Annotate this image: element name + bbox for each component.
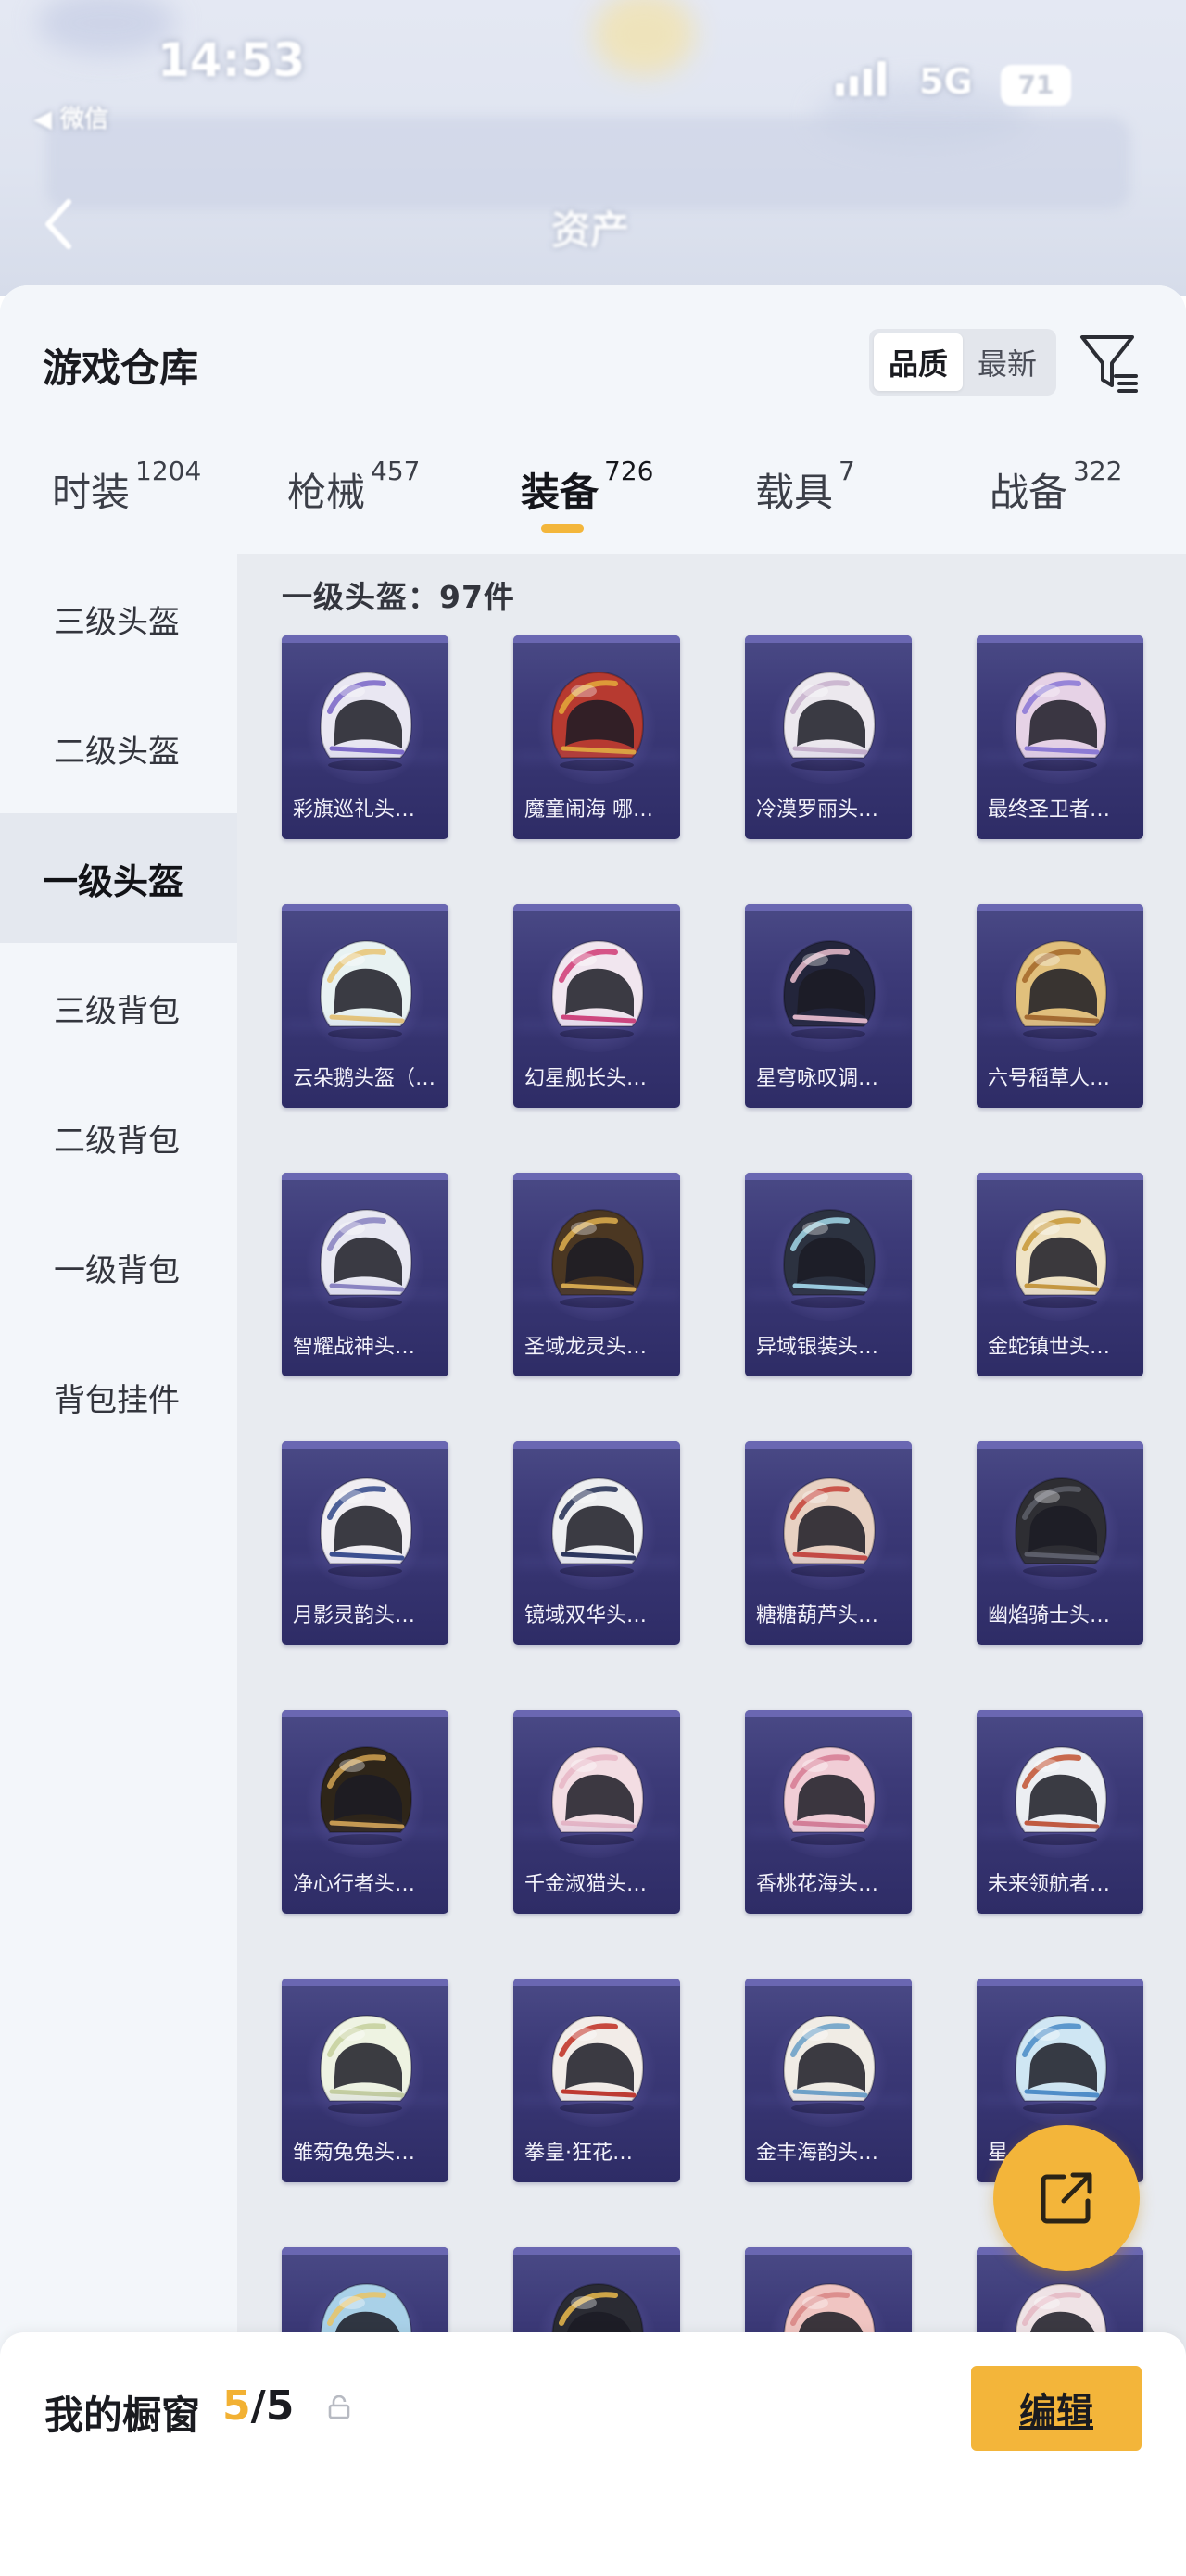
edit-showcase-button[interactable]: 编辑 — [971, 2366, 1142, 2451]
sort-quality-button[interactable]: 品质 — [874, 333, 963, 391]
item-name: 星穹咏叹调… — [756, 1067, 879, 1090]
tab-fashion[interactable]: 时装 1204 — [52, 456, 201, 545]
item-grid-panel: 一级头盔：97件 彩旗巡礼头… 魔童闹海 哪… 冷漠罗丽头… 最终圣卫者… 云朵鹅头盔（… — [237, 554, 1186, 2576]
active-tab-indicator — [541, 524, 584, 533]
tab-vehicles[interactable]: 载具 7 — [755, 456, 855, 545]
background-app-header: 14:53 ◀ 微信 5G 71 资产 — [0, 0, 1186, 296]
item-name: 幽焰骑士头… — [988, 1604, 1111, 1627]
item-name: 智耀战神头… — [293, 1336, 416, 1359]
item-name: 彩旗巡礼头… — [293, 798, 416, 822]
helmet-item-card[interactable]: 魔童闹海 哪… — [513, 635, 680, 839]
tab-count: 7 — [839, 456, 855, 486]
tab-count: 1204 — [135, 456, 202, 486]
showcase-current: 5 — [222, 2382, 251, 2430]
subcategory-sidebar: 三级头盔 二级头盔 一级头盔 三级背包 二级背包 一级背包 背包挂件 — [0, 554, 237, 2576]
helmet-item-card[interactable]: 星穹咏叹调… — [745, 904, 912, 1108]
helmet-item-card[interactable]: 彩旗巡礼头… — [282, 635, 448, 839]
helmet-item-card[interactable]: 异域银装头… — [745, 1173, 912, 1376]
helmet-item-card[interactable]: 幽焰骑士头… — [977, 1441, 1143, 1645]
helmet-item-card[interactable]: 冷漠罗丽头… — [745, 635, 912, 839]
helmet-item-card[interactable]: 月影灵韵头… — [282, 1441, 448, 1645]
network-type: 5G — [919, 61, 973, 102]
sidebar-item-level3-backpack[interactable]: 三级背包 — [0, 943, 237, 1073]
showcase-count: 5/5 — [222, 2382, 294, 2430]
helmet-item-card[interactable]: 雏菊兔兔头… — [282, 1979, 448, 2182]
tab-label: 装备 — [521, 470, 599, 515]
warehouse-header: 游戏仓库 品质 最新 时装 1204 枪械 457 装备 726 载具 7 战备… — [0, 285, 1186, 554]
section-title: 一级头盔：97件 — [282, 579, 515, 615]
helmet-item-card[interactable]: 智耀战神头… — [282, 1173, 448, 1376]
item-name: 香桃花海头… — [756, 1873, 879, 1896]
helmet-item-card[interactable]: 净心行者头… — [282, 1710, 448, 1914]
helmet-item-card[interactable]: 幻星舰长头… — [513, 904, 680, 1108]
showcase-total: /5 — [250, 2382, 295, 2430]
sort-toggle: 品质 最新 — [869, 329, 1056, 396]
sidebar-item-level2-backpack[interactable]: 二级背包 — [0, 1073, 237, 1202]
lock-icon — [328, 2395, 350, 2419]
signal-icon — [836, 61, 886, 96]
tab-count: 726 — [604, 456, 654, 486]
helmet-item-card[interactable]: 未来领航者… — [977, 1710, 1143, 1914]
tab-count: 322 — [1073, 456, 1123, 486]
page-title: 资产 — [551, 207, 630, 253]
tab-label: 战备 — [990, 470, 1068, 515]
item-name: 净心行者头… — [293, 1873, 416, 1896]
back-arrow-icon[interactable] — [39, 196, 76, 252]
tab-firearms[interactable]: 枪械 457 — [287, 456, 420, 545]
item-name: 最终圣卫者… — [988, 798, 1111, 822]
share-button[interactable] — [993, 2125, 1140, 2271]
item-name: 六号稻草人… — [988, 1067, 1111, 1090]
helmet-item-card[interactable]: 拳皇·狂花… — [513, 1979, 680, 2182]
item-name: 镜域双华头… — [524, 1604, 648, 1627]
return-to-wechat-link[interactable]: ◀ 微信 — [33, 100, 108, 134]
item-name: 幻星舰长头… — [524, 1067, 648, 1090]
helmet-item-card[interactable]: 千金淑猫头… — [513, 1710, 680, 1914]
item-name: 金丰海韵头… — [756, 2142, 879, 2165]
item-name: 千金淑猫头… — [524, 1873, 648, 1896]
tab-label: 时装 — [52, 470, 131, 515]
item-name: 未来领航者… — [988, 1873, 1111, 1896]
showcase-bar: 我的橱窗 5/5 编辑 — [0, 2332, 1186, 2576]
helmet-item-card[interactable]: 六号稻草人… — [977, 904, 1143, 1108]
item-name: 拳皇·狂花… — [524, 2142, 633, 2165]
tab-label: 载具 — [755, 470, 834, 515]
sidebar-item-backpack-charm[interactable]: 背包挂件 — [0, 1332, 237, 1462]
item-name: 月影灵韵头… — [293, 1604, 416, 1627]
sidebar-item-level3-helmet[interactable]: 三级头盔 — [0, 554, 237, 684]
tab-label: 枪械 — [287, 470, 366, 515]
category-tabs: 时装 1204 枪械 457 装备 726 载具 7 战备 322 — [0, 456, 1186, 545]
sidebar-item-level2-helmet[interactable]: 二级头盔 — [0, 684, 237, 813]
helmet-item-card[interactable]: 圣域龙灵头… — [513, 1173, 680, 1376]
tab-equipment[interactable]: 装备 726 — [521, 456, 653, 545]
showcase-label: 我的橱窗 — [44, 2393, 201, 2438]
item-name: 冷漠罗丽头… — [756, 798, 879, 822]
helmet-item-card[interactable]: 糖糖葫芦头… — [745, 1441, 912, 1645]
tab-count: 457 — [371, 456, 421, 486]
warehouse-title: 游戏仓库 — [43, 346, 199, 391]
item-name: 异域银装头… — [756, 1336, 879, 1359]
item-name: 糖糖葫芦头… — [756, 1604, 879, 1627]
share-icon — [1041, 2172, 1092, 2224]
item-name: 金蛇镇世头… — [988, 1336, 1111, 1359]
filter-icon[interactable] — [1079, 332, 1140, 396]
helmet-item-card[interactable]: 金蛇镇世头… — [977, 1173, 1143, 1376]
item-name: 魔童闹海 哪… — [524, 798, 653, 822]
item-name: 雏菊兔兔头… — [293, 2142, 416, 2165]
sidebar-item-level1-backpack[interactable]: 一级背包 — [0, 1202, 237, 1332]
item-name: 圣域龙灵头… — [524, 1336, 648, 1359]
item-name: 云朵鹅头盔（… — [293, 1067, 436, 1090]
sort-newest-button[interactable]: 最新 — [963, 333, 1052, 391]
helmet-item-card[interactable]: 最终圣卫者… — [977, 635, 1143, 839]
status-time: 14:53 — [158, 33, 306, 87]
sidebar-item-level1-helmet[interactable]: 一级头盔 — [0, 813, 237, 943]
helmet-item-card[interactable]: 香桃花海头… — [745, 1710, 912, 1914]
helmet-item-card[interactable]: 镜域双华头… — [513, 1441, 680, 1645]
helmet-item-card[interactable]: 金丰海韵头… — [745, 1979, 912, 2182]
battery-icon: 71 — [1001, 65, 1071, 106]
helmet-item-card[interactable]: 云朵鹅头盔（… — [282, 904, 448, 1108]
blurred-info-strip — [46, 117, 1130, 209]
tab-supplies[interactable]: 战备 322 — [990, 456, 1122, 545]
